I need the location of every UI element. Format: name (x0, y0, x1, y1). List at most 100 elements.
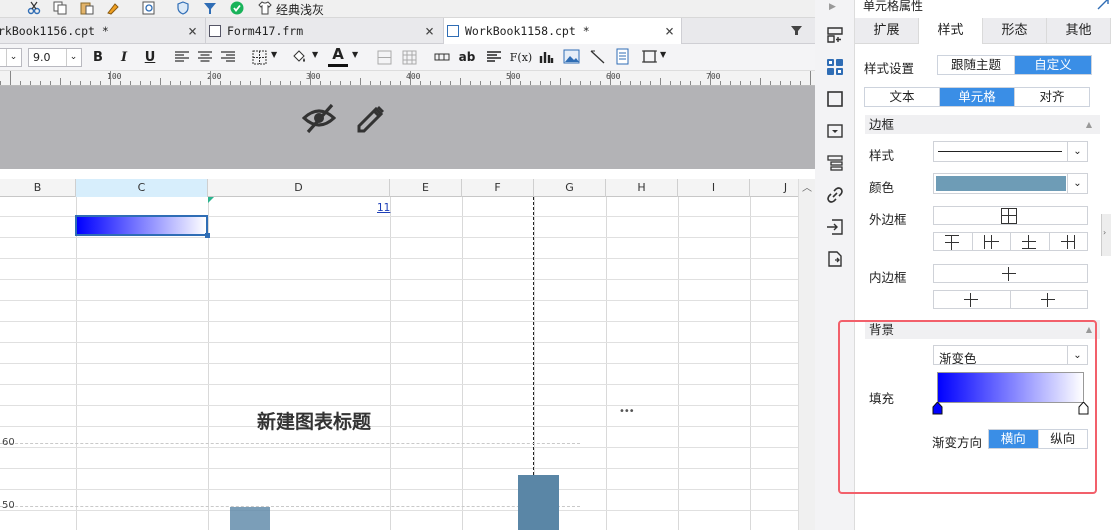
form-widget-icon[interactable] (616, 48, 629, 65)
shape-icon[interactable] (642, 49, 657, 64)
tshirt-icon[interactable] (258, 1, 272, 15)
document-tabbar: rkBook1156.cpt * × Form417.frm × WorkBoo… (0, 18, 815, 44)
tab-other[interactable]: 其他 (1047, 18, 1111, 44)
column-header-c[interactable]: C (76, 179, 208, 197)
align-center-icon[interactable] (198, 51, 212, 63)
underline-button[interactable]: U (141, 49, 159, 66)
document-export-icon[interactable] (826, 250, 844, 268)
layout-icon[interactable] (826, 26, 844, 44)
fill-bucket-icon[interactable] (291, 49, 307, 65)
chevron-down-icon[interactable]: ▼ (660, 50, 666, 59)
eye-off-icon[interactable] (302, 102, 336, 134)
chart-more-icon[interactable]: ••• (619, 406, 635, 417)
check-circle-icon[interactable] (230, 1, 244, 15)
tab-menu-icon[interactable] (790, 24, 803, 37)
link-icon[interactable] (826, 186, 844, 204)
italic-button[interactable]: I (115, 49, 133, 66)
selected-cell-gradient[interactable] (75, 215, 210, 238)
pencil-icon[interactable] (353, 101, 385, 133)
column-header-h[interactable]: H (606, 179, 678, 197)
merge-cells-icon[interactable] (377, 50, 392, 65)
highlight-frame (838, 320, 1097, 494)
tab-workbook1156[interactable]: rkBook1156.cpt * × (0, 18, 206, 44)
paste-icon[interactable] (80, 1, 94, 15)
inner-border-all-button[interactable] (933, 264, 1088, 283)
fill-handle[interactable] (205, 233, 210, 238)
ruler-tick (470, 81, 471, 85)
subtab-text[interactable]: 文本 (865, 88, 940, 106)
edge-scroll-handle[interactable]: › (1101, 214, 1111, 256)
close-icon[interactable]: × (665, 18, 674, 44)
collapse-arrow-icon[interactable]: ▶ (829, 2, 836, 12)
dropdown-widget-icon[interactable] (826, 122, 844, 140)
theme-style-label[interactable]: 经典浅灰 (276, 1, 324, 18)
solid-line-preview (938, 151, 1062, 152)
outer-border-all-button[interactable] (933, 206, 1088, 225)
formula-button[interactable]: F(x) (508, 49, 534, 66)
tab-shape[interactable]: 形态 (983, 18, 1047, 44)
chevron-down-icon[interactable]: ▼ (312, 50, 318, 59)
cell-d1-value[interactable]: 11 (377, 202, 390, 214)
subtab-cell[interactable]: 单元格 (940, 88, 1015, 106)
vertical-scrollbar[interactable]: ︿ (798, 179, 815, 530)
paragraph-icon[interactable] (487, 50, 501, 64)
border-right-button[interactable] (1050, 233, 1088, 250)
border-bottom-button[interactable] (1011, 233, 1050, 250)
insert-row-icon[interactable] (434, 53, 450, 61)
border-color-select[interactable]: ⌄ (933, 173, 1088, 194)
collapse-icon[interactable]: ▲ (1086, 115, 1092, 134)
format-painter-icon[interactable] (106, 1, 120, 15)
subtab-align[interactable]: 对齐 (1015, 88, 1089, 106)
workbook-file-icon (447, 25, 459, 37)
border-top-button[interactable] (934, 233, 973, 250)
copy-icon[interactable] (53, 1, 67, 15)
scroll-up-icon[interactable]: ︿ (802, 179, 812, 194)
font-color-button[interactable]: A (329, 46, 347, 63)
align-left-icon[interactable] (175, 51, 189, 63)
filter-icon[interactable] (203, 1, 217, 15)
align-right-icon[interactable] (221, 51, 235, 63)
tab-style[interactable]: 样式 (919, 18, 983, 44)
border-style-select[interactable]: ⌄ (933, 141, 1088, 162)
split-cells-icon[interactable] (402, 50, 417, 65)
grid-row-line (0, 447, 798, 448)
tab-expand[interactable]: 扩展 (855, 18, 919, 44)
slash-line-icon[interactable] (590, 49, 605, 64)
image-icon[interactable] (563, 49, 580, 64)
preview-icon[interactable] (142, 1, 156, 15)
bold-button[interactable]: B (89, 49, 107, 66)
square-frame-icon[interactable] (826, 90, 844, 108)
tab-workbook1158[interactable]: WorkBook1158.cpt * × (444, 18, 682, 44)
follow-theme-option[interactable]: 跟随主题 (938, 56, 1015, 74)
close-icon[interactable]: × (188, 18, 197, 44)
column-header-d[interactable]: D (208, 179, 390, 197)
column-header-f[interactable]: F (462, 179, 534, 197)
tab-form417[interactable]: Form417.frm × (206, 18, 444, 44)
custom-option[interactable]: 自定义 (1015, 56, 1091, 74)
close-icon[interactable]: × (425, 18, 434, 44)
chevron-down-icon[interactable]: ▼ (271, 50, 277, 59)
text-button[interactable]: ab (458, 49, 476, 66)
inner-vertical-button[interactable] (1011, 291, 1087, 308)
cell-properties-icon[interactable] (826, 58, 844, 76)
spreadsheet-grid[interactable]: 11 60 50 新建图表标题 ••• (0, 197, 798, 530)
import-icon[interactable] (826, 218, 844, 236)
font-size-select[interactable]: 9.0 ⌄ (28, 48, 82, 67)
cut-icon[interactable] (27, 1, 41, 15)
inner-horizontal-button[interactable] (934, 291, 1011, 308)
column-headers: B C D E F G H I J (0, 179, 822, 197)
shield-icon[interactable] (176, 1, 190, 15)
border-icon[interactable] (252, 50, 267, 65)
data-list-icon[interactable] (826, 154, 844, 172)
border-color-label: 颜色 (869, 180, 895, 195)
border-section-header[interactable]: 边框 ▲ (865, 115, 1100, 134)
font-family-select[interactable]: ⌄ (0, 48, 22, 67)
column-header-e[interactable]: E (390, 179, 462, 197)
column-header-b[interactable]: B (0, 179, 76, 197)
border-left-button[interactable] (973, 233, 1011, 250)
column-header-g[interactable]: G (534, 179, 606, 197)
chevron-down-icon[interactable]: ▼ (352, 50, 358, 59)
column-header-i[interactable]: I (678, 179, 750, 197)
expand-icon[interactable] (1097, 0, 1109, 10)
bar-chart-icon[interactable] (539, 49, 554, 64)
